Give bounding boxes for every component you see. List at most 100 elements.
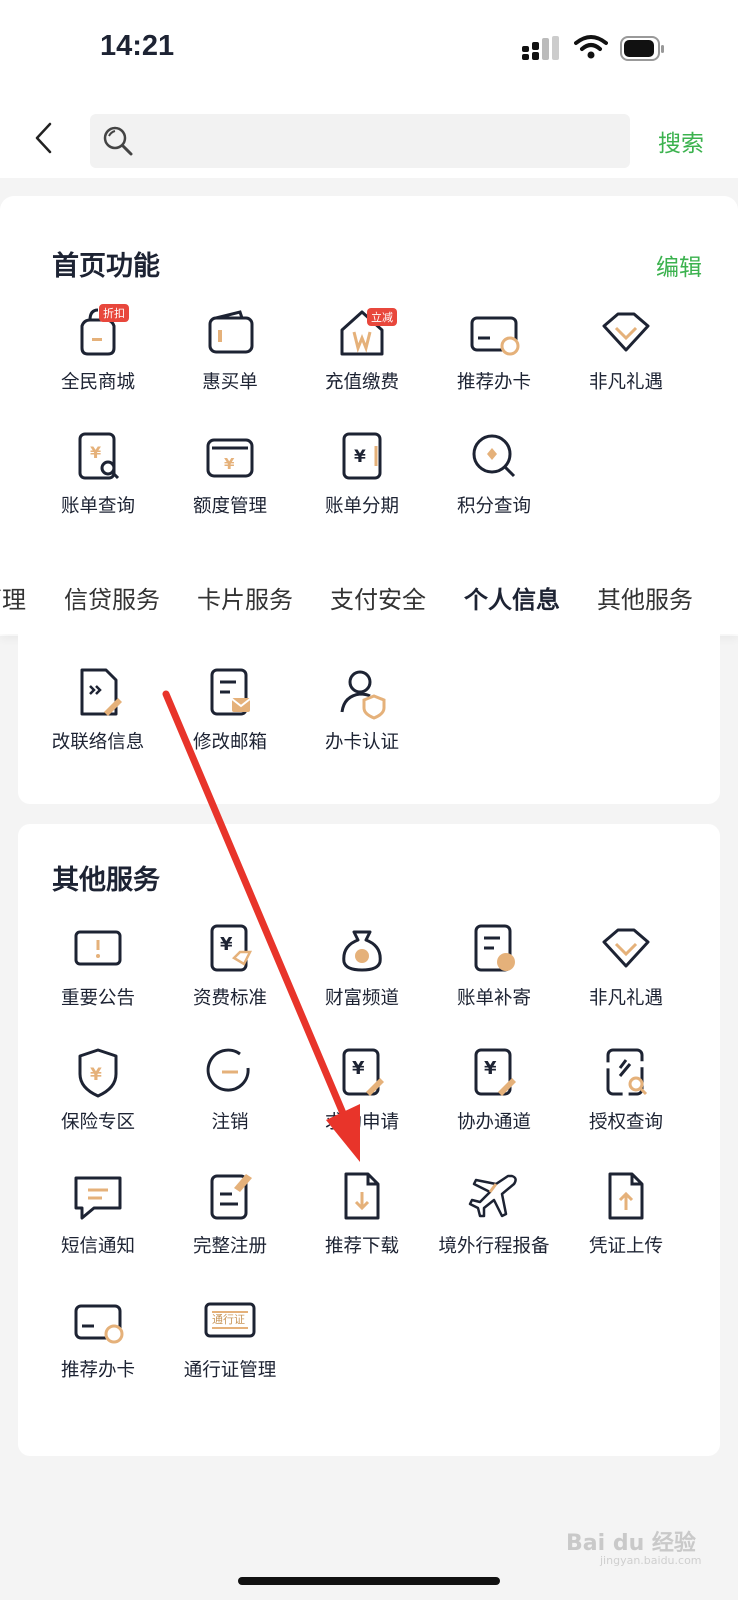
svg-text:¥: ¥ <box>90 443 101 462</box>
tab-card-services[interactable]: 卡片服务 <box>197 580 293 615</box>
shortcut-label: 推荐办卡 <box>456 372 531 393</box>
cancel-icon <box>206 1048 250 1092</box>
service-help-apply[interactable]: ¥ 求助申请 <box>297 1042 427 1152</box>
shortcut-label: 账单分期 <box>324 496 399 517</box>
svg-text:¥: ¥ <box>220 934 233 955</box>
shortcut-label: 非凡礼遇 <box>588 372 663 393</box>
service-label: 修改邮箱 <box>192 732 267 753</box>
search-box[interactable] <box>90 114 630 168</box>
service-fee-standard[interactable]: ¥ 资费标准 <box>165 918 295 1028</box>
card-recommend-icon <box>470 316 520 356</box>
shortcut-privileges[interactable]: 非凡礼遇 <box>561 302 691 412</box>
service-label: 完整注册 <box>192 1236 267 1257</box>
shortcut-points-query[interactable]: 积分查询 <box>429 426 559 536</box>
shortcut-mall[interactable]: 折扣 全民商城 <box>33 302 163 412</box>
service-insurance[interactable]: ¥ 保险专区 <box>33 1042 163 1152</box>
shortcut-recharge[interactable]: 立减 充值缴费 <box>297 302 427 412</box>
service-label: 授权查询 <box>588 1112 663 1133</box>
service-label: 改联络信息 <box>51 732 145 753</box>
service-complete-registration[interactable]: 完整注册 <box>165 1166 295 1276</box>
svg-text:¥: ¥ <box>484 1058 497 1079</box>
service-label: 求助申请 <box>324 1112 399 1133</box>
service-authorization-query[interactable]: 授权查询 <box>561 1042 691 1152</box>
card-recommend-icon <box>74 1304 124 1344</box>
edit-button[interactable]: 编辑 <box>656 248 702 282</box>
status-time: 14:21 <box>100 30 175 62</box>
service-label: 协办通道 <box>456 1112 531 1133</box>
wifi-icon <box>574 35 608 59</box>
tab-management[interactable]: 管理 <box>0 580 26 615</box>
shortcut-bill-query[interactable]: ¥ 账单查询 <box>33 426 163 536</box>
service-assist-channel[interactable]: ¥ 协办通道 <box>429 1042 559 1152</box>
shortcut-label: 惠买单 <box>202 372 258 393</box>
service-label: 重要公告 <box>60 988 135 1009</box>
download-file-icon <box>344 1172 380 1220</box>
watermark: Bai du 经验 <box>566 1531 696 1556</box>
tab-payment-security[interactable]: 支付安全 <box>330 580 426 615</box>
shortcut-label: 额度管理 <box>192 496 267 517</box>
service-label: 境外行程报备 <box>438 1236 550 1257</box>
svg-text:¥: ¥ <box>354 447 366 467</box>
service-overseas-trip[interactable]: 境外行程报备 <box>429 1166 559 1276</box>
airplane-icon <box>468 1174 517 1218</box>
service-recommend-card[interactable]: 推荐办卡 <box>33 1290 163 1400</box>
home-indicator[interactable] <box>238 1577 500 1585</box>
register-icon <box>210 1174 252 1220</box>
shortcut-bill-installment[interactable]: ¥ 账单分期 <box>297 426 427 536</box>
shortcut-recommend-card[interactable]: 推荐办卡 <box>429 302 559 412</box>
insurance-shield-icon: ¥ <box>78 1048 118 1098</box>
upload-file-icon <box>608 1172 644 1220</box>
points-search-icon <box>472 434 516 478</box>
tab-credit-services[interactable]: 信贷服务 <box>64 580 160 615</box>
service-label: 财富频道 <box>324 988 399 1009</box>
svg-text:¥: ¥ <box>90 1065 102 1085</box>
back-icon[interactable] <box>30 120 60 156</box>
edit-contact-icon <box>80 668 122 716</box>
svg-text:¥: ¥ <box>224 455 235 473</box>
fee-standard-icon: ¥ <box>210 924 253 972</box>
service-edit-contact[interactable]: 改联络信息 <box>33 662 163 772</box>
shortcut-label: 全民商城 <box>60 372 135 393</box>
service-cancel[interactable]: 注销 <box>165 1042 295 1152</box>
user-verify-icon <box>340 670 386 720</box>
service-label: 注销 <box>211 1112 249 1133</box>
authorization-search-icon <box>606 1048 648 1096</box>
search-button[interactable]: 搜索 <box>658 124 704 158</box>
service-recommend-download[interactable]: 推荐下载 <box>297 1166 427 1276</box>
service-announcement[interactable]: 重要公告 <box>33 918 163 1028</box>
discount-badge: 立减 <box>367 308 397 326</box>
service-pass-card[interactable]: 通行证 通行证管理 <box>165 1290 295 1400</box>
tab-personal-info[interactable]: 个人信息 <box>464 580 560 615</box>
service-label: 保险专区 <box>60 1112 135 1133</box>
service-wealth-channel[interactable]: 财富频道 <box>297 918 427 1028</box>
shortcut-huimaidan[interactable]: 惠买单 <box>165 302 295 412</box>
search-icon <box>103 126 133 156</box>
service-edit-email[interactable]: 修改邮箱 <box>165 662 295 772</box>
service-label: 办卡认证 <box>324 732 399 753</box>
tab-other-services[interactable]: 其他服务 <box>597 580 693 615</box>
shortcut-label: 积分查询 <box>456 496 531 517</box>
service-card-verification[interactable]: 办卡认证 <box>297 662 427 772</box>
service-privileges[interactable]: 非凡礼遇 <box>561 918 691 1028</box>
battery-icon <box>620 36 664 61</box>
service-label: 账单补寄 <box>456 988 531 1009</box>
service-label: 推荐办卡 <box>60 1360 135 1381</box>
money-bag-icon <box>342 930 382 972</box>
search-header: 搜索 <box>0 100 738 178</box>
service-label: 资费标准 <box>192 988 267 1009</box>
service-label: 通行证管理 <box>183 1360 277 1381</box>
diamond-icon <box>602 312 650 352</box>
other-services-title: 其他服务 <box>52 865 160 896</box>
service-label: 凭证上传 <box>588 1236 663 1257</box>
service-voucher-upload[interactable]: 凭证上传 <box>561 1166 691 1276</box>
search-input[interactable] <box>146 114 616 168</box>
service-label: 非凡礼遇 <box>588 988 663 1009</box>
service-sms[interactable]: 短信通知 <box>33 1166 163 1276</box>
discount-badge: 折扣 <box>99 304 129 322</box>
shortcut-credit-limit[interactable]: ¥ 额度管理 <box>165 426 295 536</box>
shortcut-label: 充值缴费 <box>324 372 399 393</box>
service-bill-resend[interactable]: 账单补寄 <box>429 918 559 1028</box>
wallet-yen-icon: ¥ <box>206 438 254 478</box>
sms-icon <box>74 1176 122 1220</box>
svg-text:¥: ¥ <box>352 1058 365 1079</box>
